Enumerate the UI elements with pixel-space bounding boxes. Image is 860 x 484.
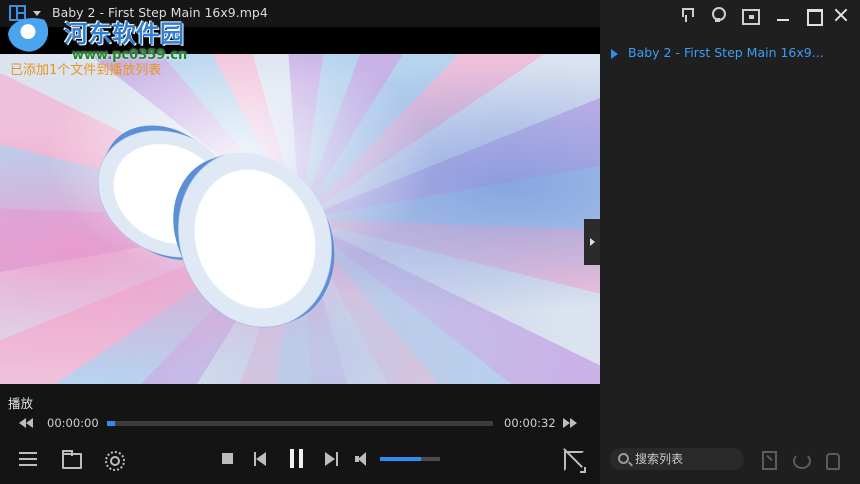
player-title-bar[interactable]: Baby 2 - First Step Main 16x9.mp4 [0,0,600,27]
fast-forward-icon[interactable] [563,418,579,428]
now-playing-icon [611,49,618,59]
seek-bar-fill [107,421,115,426]
light-bulb-icon[interactable] [709,7,726,23]
total-time: 00:00:32 [504,416,556,430]
status-message: 已添加1个文件到播放列表 [10,63,162,78]
pin-icon[interactable] [678,7,694,23]
search-icon [618,453,629,464]
loop-icon[interactable] [792,451,811,469]
playlist-panel: Baby 2 - First Step Main 16x9... [600,0,860,484]
menu-icon[interactable] [19,450,39,468]
pause-icon[interactable] [287,448,307,470]
volume-slider-fill [380,457,421,461]
fullscreen-icon[interactable] [563,450,584,471]
close-icon[interactable] [833,7,849,23]
previous-track-icon[interactable] [253,450,273,468]
rewind-icon[interactable] [19,418,35,428]
seek-bar[interactable] [107,421,493,426]
toggle-playlist-button[interactable] [584,219,600,265]
window-controls [600,0,860,30]
progress-row: 00:00:00 00:00:32 [0,414,600,434]
app-logo-icon[interactable] [9,5,26,21]
control-bar: 播放 00:00:00 00:00:32 [0,384,600,484]
volume-icon[interactable] [354,450,374,468]
volume-slider[interactable] [380,457,440,461]
playback-state-label: 播放 [8,396,34,411]
search-box[interactable] [610,448,744,470]
window-title: Baby 2 - First Step Main 16x9.mp4 [52,5,268,20]
player-area: Baby 2 - First Step Main 16x9.mp4 河东软件园 … [0,0,600,484]
playlist-item-label: Baby 2 - First Step Main 16x9... [628,45,824,60]
settings-gear-icon[interactable] [103,450,125,471]
next-track-icon[interactable] [324,450,344,468]
open-folder-icon[interactable] [61,450,82,469]
search-input[interactable] [635,450,739,468]
maximize-icon[interactable] [805,7,823,26]
stop-icon[interactable] [222,453,233,464]
playlist-file-icon[interactable] [760,451,777,470]
picture-in-picture-icon[interactable] [741,7,760,25]
minimize-icon[interactable] [775,7,791,23]
video-viewport[interactable] [0,54,600,384]
playlist-item[interactable]: Baby 2 - First Step Main 16x9... [608,44,852,64]
clear-list-icon[interactable] [823,451,840,470]
current-time: 00:00:00 [47,416,99,430]
app-menu-caret-icon[interactable] [33,11,41,16]
